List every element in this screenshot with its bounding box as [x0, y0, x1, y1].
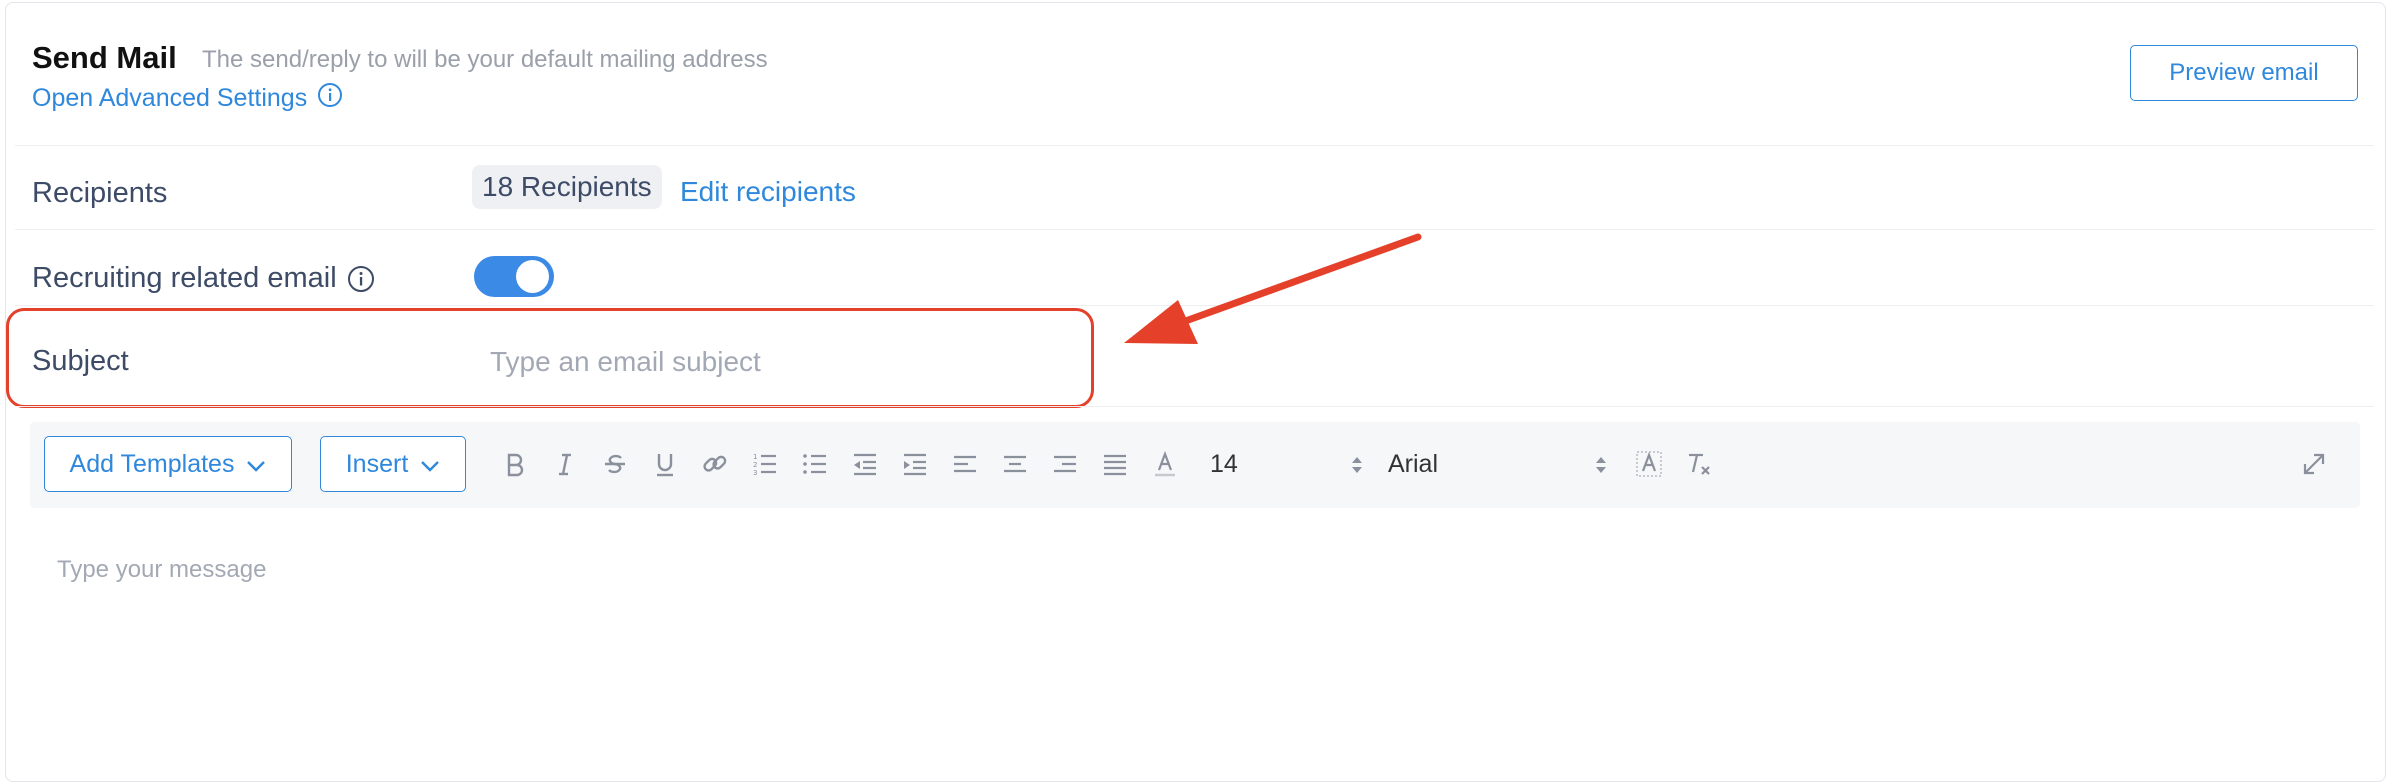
recruiting-toggle[interactable]	[474, 256, 554, 297]
edit-recipients-link[interactable]: Edit recipients	[680, 176, 856, 208]
align-left-icon[interactable]	[947, 446, 983, 482]
advanced-settings-label: Open Advanced Settings	[32, 84, 308, 112]
info-icon[interactable]	[317, 82, 343, 115]
strikethrough-icon[interactable]	[597, 446, 633, 482]
svg-text:1: 1	[753, 453, 757, 461]
divider	[15, 406, 2374, 407]
info-icon[interactable]	[347, 265, 375, 293]
recipients-label: Recipients	[32, 177, 168, 209]
insert-dropdown[interactable]: Insert	[320, 436, 466, 492]
link-icon[interactable]	[697, 446, 733, 482]
add-templates-label: Add Templates	[69, 449, 235, 478]
recruiting-label: Recruiting related email	[32, 262, 337, 294]
font-size-stepper-icon[interactable]	[1350, 452, 1364, 478]
font-size-value[interactable]: 14	[1210, 450, 1238, 479]
bullet-list-icon[interactable]	[797, 446, 833, 482]
chevron-down-icon	[420, 450, 440, 479]
underline-icon[interactable]	[647, 446, 683, 482]
font-family-stepper-icon[interactable]	[1594, 452, 1608, 478]
recruiting-row: Recruiting related email	[32, 262, 375, 295]
recipients-count-chip: 18 Recipients	[472, 165, 662, 209]
chevron-down-icon	[246, 450, 266, 479]
font-family-value[interactable]: Arial	[1388, 450, 1438, 479]
svg-text:2: 2	[753, 461, 757, 469]
svg-text:3: 3	[753, 469, 757, 477]
indent-icon[interactable]	[897, 446, 933, 482]
ordered-list-icon[interactable]: 123	[747, 446, 783, 482]
add-templates-dropdown[interactable]: Add Templates	[44, 436, 292, 492]
background-color-icon[interactable]	[1631, 446, 1667, 482]
divider	[15, 145, 2374, 146]
expand-icon[interactable]	[2296, 446, 2332, 482]
open-advanced-settings-link[interactable]: Open Advanced Settings	[32, 82, 343, 115]
align-right-icon[interactable]	[1047, 446, 1083, 482]
italic-icon[interactable]	[547, 446, 583, 482]
align-center-icon[interactable]	[997, 446, 1033, 482]
editor-toolbar: Add Templates Insert 123 14 Arial	[30, 422, 2360, 508]
page-subtitle: The send/reply to will be your default m…	[202, 46, 768, 73]
page-title: Send Mail	[32, 40, 177, 75]
text-color-icon[interactable]	[1147, 446, 1183, 482]
bold-icon[interactable]	[497, 446, 533, 482]
message-editor[interactable]: Type your message	[57, 556, 266, 584]
subject-label: Subject	[32, 345, 129, 377]
annotation-arrow-icon	[1124, 233, 1422, 344]
send-mail-panel	[5, 2, 2386, 782]
insert-label: Insert	[345, 449, 409, 478]
align-justify-icon[interactable]	[1097, 446, 1133, 482]
preview-email-button[interactable]: Preview email	[2130, 45, 2358, 101]
toggle-knob	[516, 260, 549, 293]
clear-format-icon[interactable]	[1681, 446, 1717, 482]
outdent-icon[interactable]	[847, 446, 883, 482]
subject-input[interactable]	[488, 340, 1012, 384]
